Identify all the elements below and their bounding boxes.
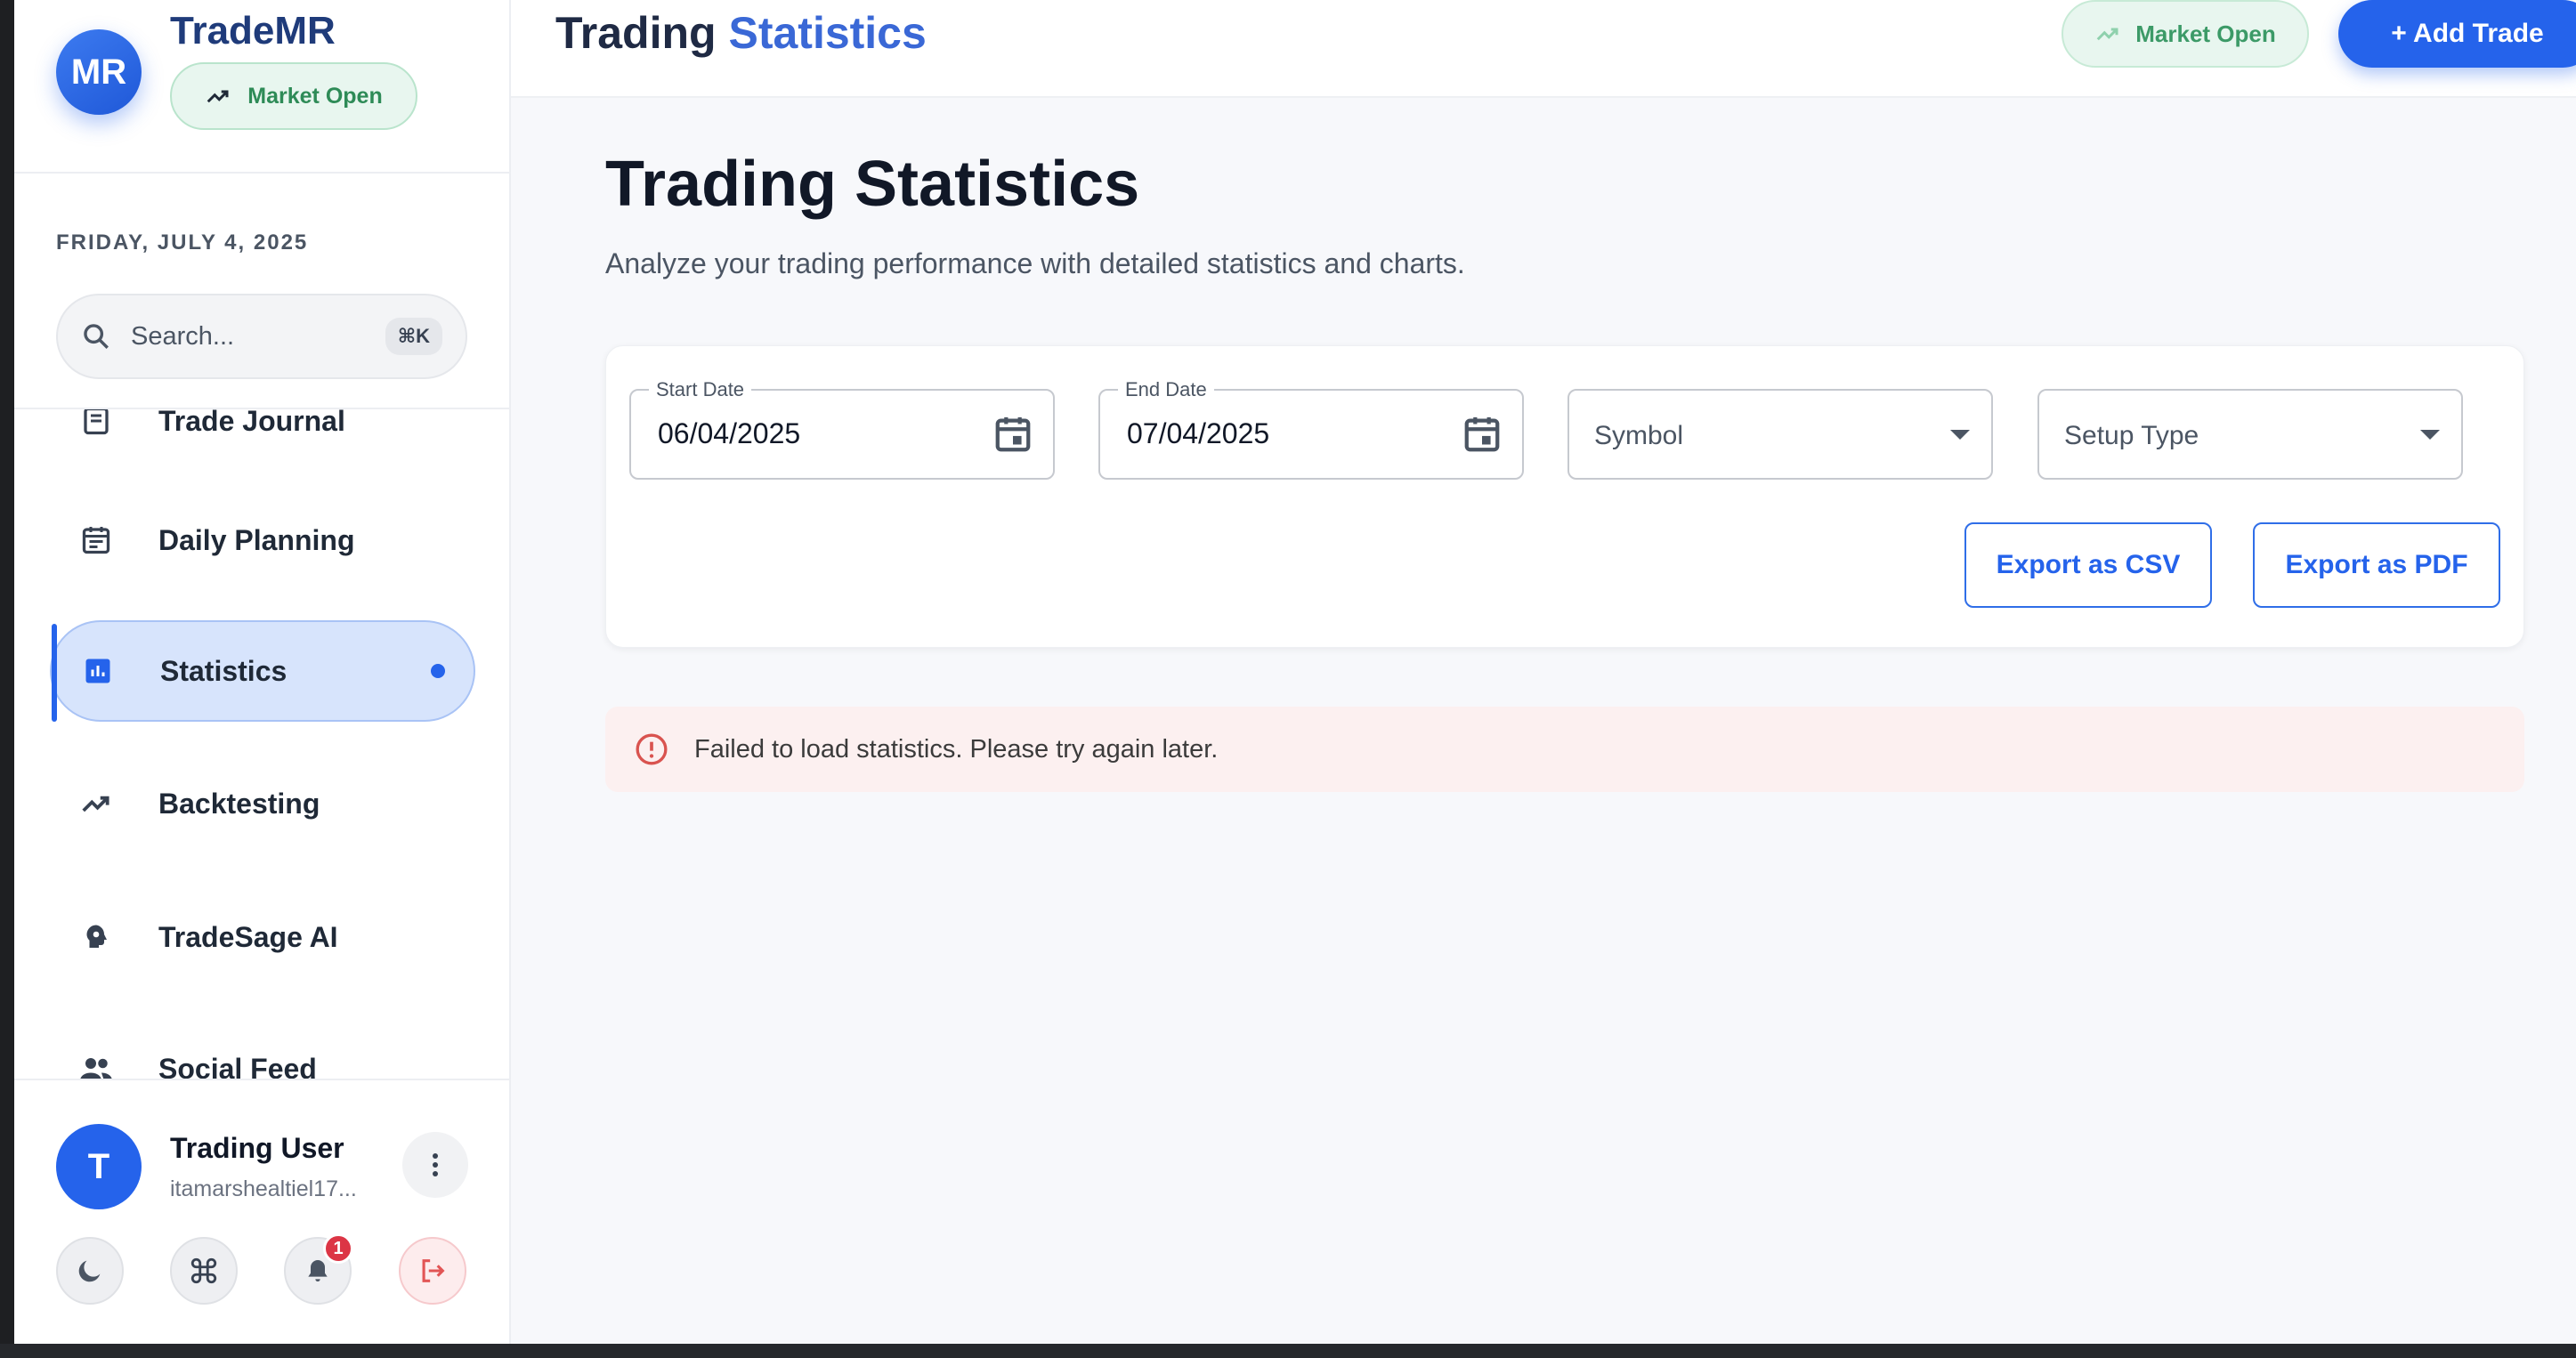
brand-logo[interactable]: MR [56,29,142,115]
command-palette-button[interactable] [170,1237,238,1305]
search-input[interactable]: Search... ⌘K [56,294,467,379]
sidebar-nav: Trade Journal Daily Planning Statistics … [14,409,511,1079]
sidebar: MR TradeMR Market Open FRIDAY, JULY 4, 2… [14,0,511,1344]
logout-button[interactable] [399,1237,466,1305]
sidebar-item-statistics[interactable]: Statistics [50,620,475,722]
journal-icon [78,409,114,439]
search-icon [84,324,109,349]
setup-type-placeholder: Setup Type [2064,421,2199,450]
sidebar-item-social-feed[interactable]: Social Feed [50,1018,475,1079]
sidebar-item-label: Trade Journal [158,409,345,437]
page-title-part1: Trading [555,8,717,58]
main-title: Trading Statistics [605,149,1140,220]
setup-type-select[interactable]: Setup Type [2037,389,2463,480]
main-subtitle: Analyze your trading performance with de… [605,247,1465,279]
search-shortcut: ⌘K [385,318,442,355]
people-icon [78,1051,114,1079]
trending-up-icon [78,786,114,821]
market-status-label: Market Open [2135,20,2276,47]
start-date-value: 06/04/2025 [658,417,801,449]
header-market-status-badge: Market Open [2062,0,2309,68]
symbol-placeholder: Symbol [1594,421,1684,450]
end-date-field[interactable]: End Date 07/04/2025 [1098,378,1524,480]
sidebar-item-label: Statistics [160,654,288,687]
sidebar-item-trade-journal[interactable]: Trade Journal [50,409,475,472]
user-email: itamarshealtiel17... [170,1176,357,1201]
current-date: FRIDAY, JULY 4, 2025 [56,230,309,255]
trending-up-icon [207,90,229,103]
active-indicator [52,624,57,722]
sidebar-item-label: Daily Planning [158,523,355,556]
page-title: Trading Statistics [555,7,927,59]
sidebar-item-label: Backtesting [158,787,320,820]
more-vertical-icon [433,1153,438,1176]
moon-icon [78,1260,101,1282]
error-message: Failed to load statistics. Please try ag… [694,734,1219,764]
add-trade-button[interactable]: + Add Trade [2338,0,2576,68]
user-menu-button[interactable] [402,1132,468,1198]
app-window: MR TradeMR Market Open FRIDAY, JULY 4, 2… [14,0,2576,1344]
symbol-select[interactable]: Symbol [1567,389,1993,480]
notification-count-badge: 1 [323,1233,353,1264]
sidebar-item-label: TradeSage AI [158,920,338,953]
trending-up-icon [2096,28,2118,41]
search-placeholder: Search... [131,321,235,351]
start-date-field[interactable]: Start Date 06/04/2025 [629,378,1055,480]
user-avatar[interactable]: T [56,1124,142,1209]
export-csv-button[interactable]: Export as CSV [1964,522,2212,608]
sidebar-item-backtesting[interactable]: Backtesting [50,753,475,854]
bar-chart-icon [80,653,116,689]
sidebar-item-label: Social Feed [158,1052,317,1079]
export-pdf-button[interactable]: Export as PDF [2253,522,2500,608]
theme-toggle-button[interactable] [56,1237,124,1305]
calendar-icon[interactable] [1462,414,1503,455]
active-dot [431,664,445,678]
chevron-down-icon [2420,430,2440,440]
top-header: Trading Statistics Market Open + Add Tra… [511,0,2576,98]
sidebar-item-daily-planning[interactable]: Daily Planning [50,489,475,591]
sidebar-item-tradesage-ai[interactable]: TradeSage AI [50,886,475,988]
calendar-icon [78,522,114,558]
notifications-button[interactable]: 1 [284,1233,353,1305]
error-alert: Failed to load statistics. Please try ag… [605,707,2524,792]
error-icon [636,733,668,765]
brand-name: TradeMR [170,9,336,53]
brain-icon [78,919,114,955]
divider [14,1079,511,1080]
market-status-badge: Market Open [170,62,417,130]
page-title-part2: Statistics [728,8,927,58]
filter-card: Start Date 06/04/2025 End Date 07/04/202… [605,345,2524,648]
calendar-icon[interactable] [992,414,1033,455]
divider [14,172,511,174]
desktop-strip [0,1344,2576,1358]
field-label: End Date [1118,378,1214,401]
logout-icon [422,1259,445,1282]
end-date-value: 07/04/2025 [1127,417,1270,449]
field-label: Start Date [649,378,752,401]
command-icon [190,1257,217,1284]
chevron-down-icon [1950,430,1970,440]
market-status-label: Market Open [247,83,383,109]
user-name: Trading User [170,1132,344,1164]
